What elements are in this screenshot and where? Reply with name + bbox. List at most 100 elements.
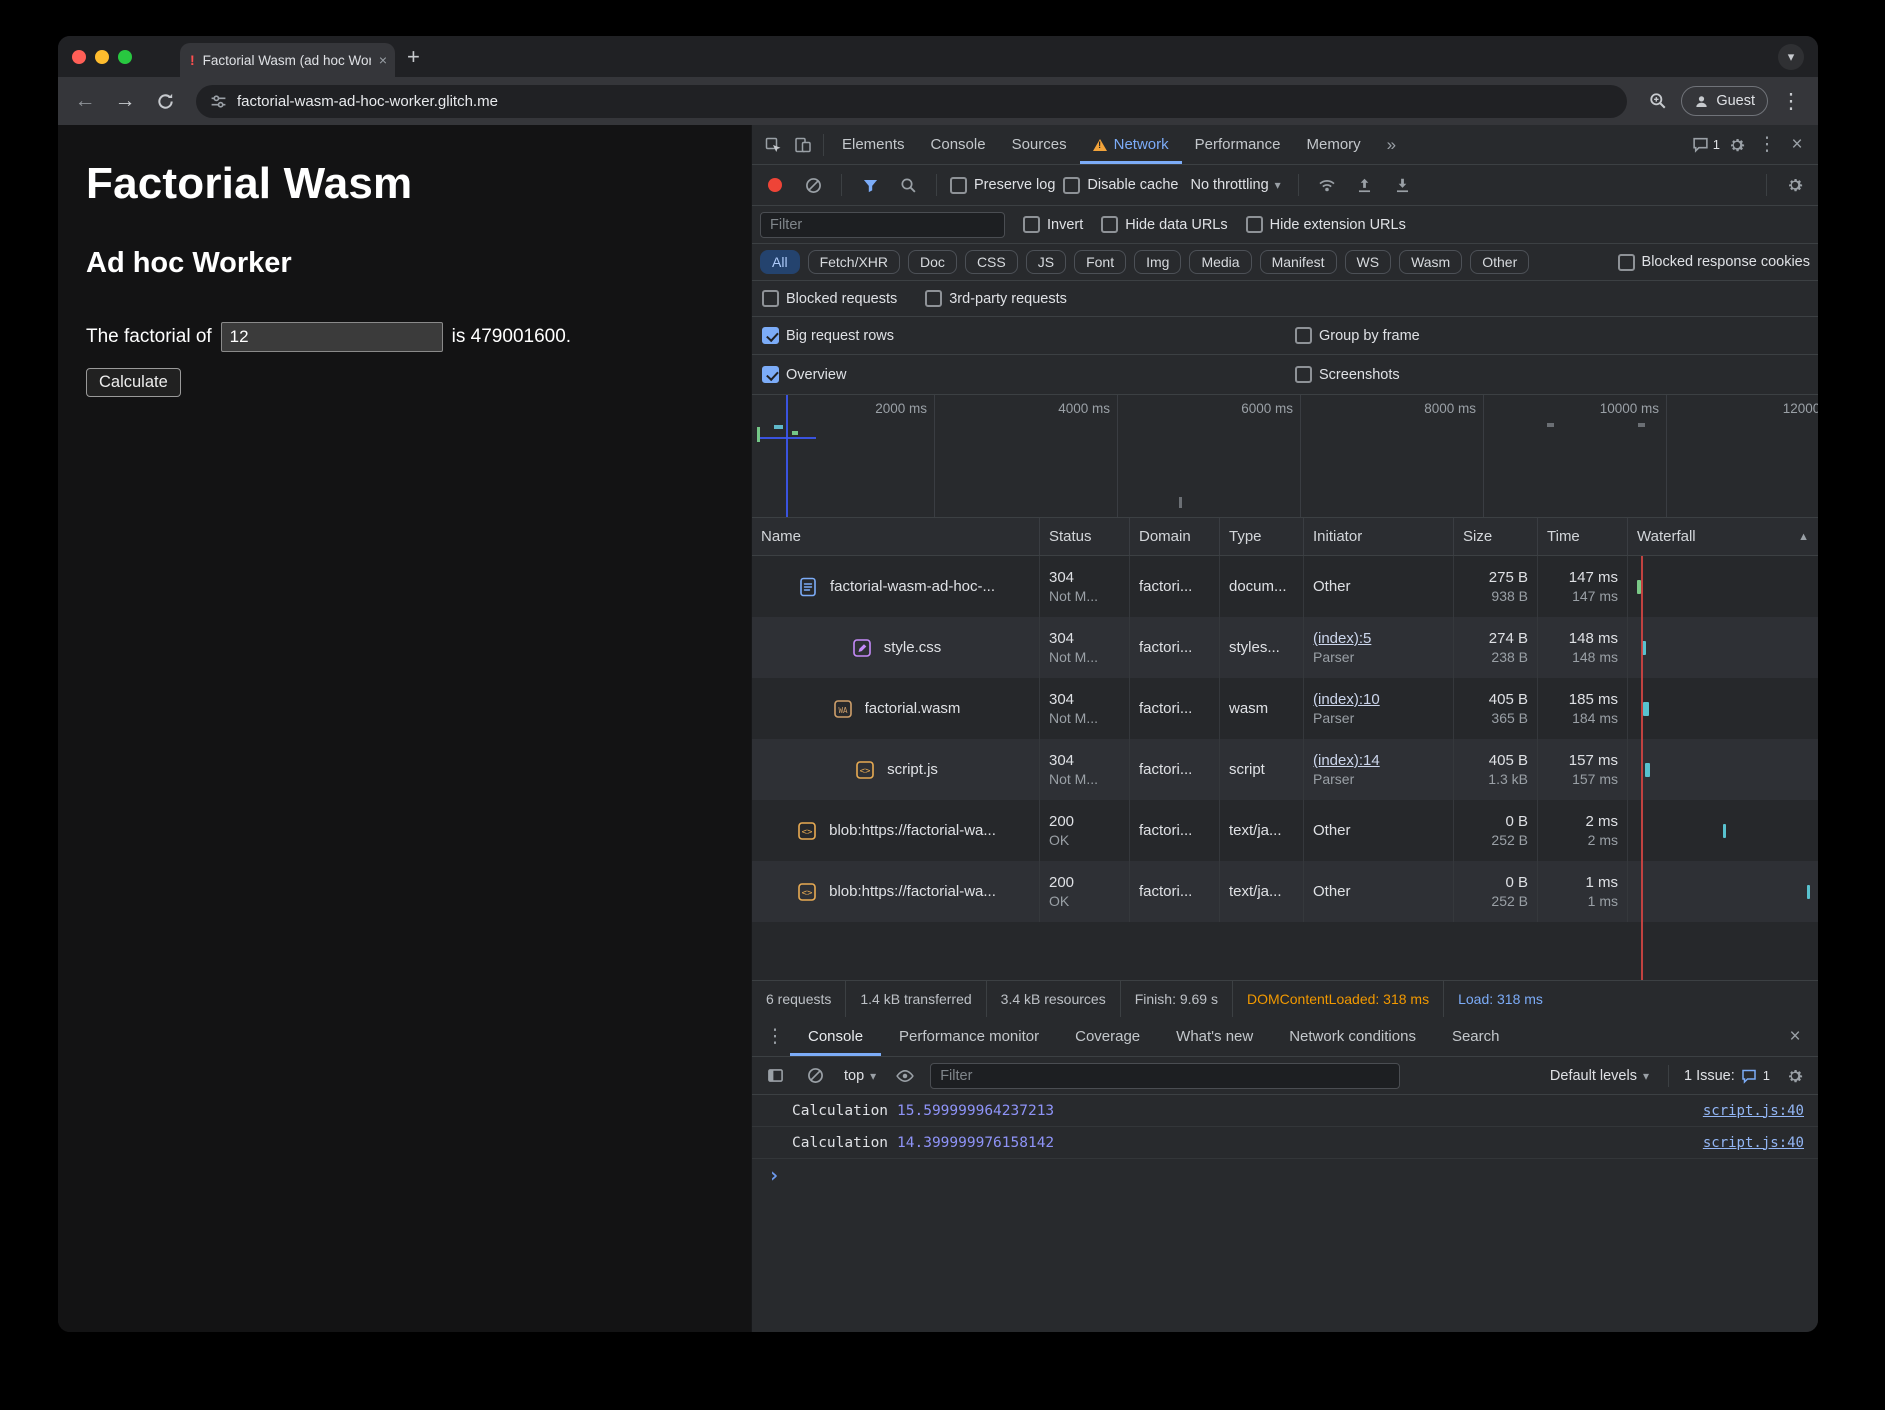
reload-button[interactable] xyxy=(148,84,182,118)
drawer-tab-performance-monitor[interactable]: Performance monitor xyxy=(881,1017,1057,1056)
device-toolbar-icon[interactable] xyxy=(788,130,818,160)
console-source-link[interactable]: script.js:40 xyxy=(1703,1135,1804,1151)
import-har-icon[interactable] xyxy=(1350,170,1380,200)
initiator-link[interactable]: (index):10 xyxy=(1313,691,1444,708)
drawer-menu-icon[interactable]: ⋮ xyxy=(760,1022,790,1052)
tab-network[interactable]: Network xyxy=(1080,125,1182,164)
table-row-wasm[interactable]: WA factorial.wasm 304Not M... factori...… xyxy=(752,678,1818,739)
big-request-rows-checkbox[interactable]: Big request rows xyxy=(762,327,1295,344)
column-status[interactable]: Status xyxy=(1040,518,1130,555)
console-sidebar-icon[interactable] xyxy=(760,1061,790,1091)
filter-chip-css[interactable]: CSS xyxy=(965,250,1018,274)
console-filter-input[interactable] xyxy=(930,1063,1400,1089)
overview-checkbox[interactable]: Overview xyxy=(762,366,1295,383)
issues-button[interactable]: 1 Issue: 1 xyxy=(1684,1068,1770,1084)
tab-sources[interactable]: Sources xyxy=(999,125,1080,164)
more-tabs-button[interactable]: » xyxy=(1374,125,1409,164)
filter-chip-manifest[interactable]: Manifest xyxy=(1260,250,1337,274)
preserve-log-checkbox[interactable]: Preserve log xyxy=(950,177,1055,194)
browser-tab[interactable]: ! Factorial Wasm (ad hoc Work × xyxy=(180,43,395,77)
tab-performance[interactable]: Performance xyxy=(1182,125,1294,164)
record-button[interactable] xyxy=(760,170,790,200)
devtools-close-icon[interactable]: × xyxy=(1782,130,1812,160)
tab-console[interactable]: Console xyxy=(918,125,999,164)
search-icon[interactable] xyxy=(893,170,923,200)
drawer-tab-whats-new[interactable]: What's new xyxy=(1158,1017,1271,1056)
network-overview-timeline[interactable]: 2000 ms 4000 ms 6000 ms 8000 ms 10000 ms… xyxy=(752,395,1818,518)
browser-menu-button[interactable]: ⋮ xyxy=(1774,84,1808,118)
filter-chip-doc[interactable]: Doc xyxy=(908,250,957,274)
console-prompt[interactable]: › xyxy=(752,1159,1818,1191)
filter-chip-other[interactable]: Other xyxy=(1470,250,1529,274)
column-waterfall[interactable]: Waterfall ▲ xyxy=(1628,518,1818,555)
initiator-link[interactable]: (index):5 xyxy=(1313,630,1444,647)
column-time[interactable]: Time xyxy=(1538,518,1628,555)
tab-search-button[interactable]: ▾ xyxy=(1778,44,1804,70)
column-domain[interactable]: Domain xyxy=(1130,518,1220,555)
network-settings-icon[interactable] xyxy=(1780,170,1810,200)
forward-button[interactable]: → xyxy=(108,84,142,118)
drawer-tab-network-conditions[interactable]: Network conditions xyxy=(1271,1017,1434,1056)
filter-chip-all[interactable]: All xyxy=(760,250,800,274)
inspect-element-icon[interactable] xyxy=(758,130,788,160)
new-tab-button[interactable]: + xyxy=(407,46,420,68)
filter-chip-ws[interactable]: WS xyxy=(1345,250,1392,274)
throttling-select[interactable]: No throttling ▾ xyxy=(1186,177,1284,193)
console-source-link[interactable]: script.js:40 xyxy=(1703,1103,1804,1119)
guest-profile-button[interactable]: Guest xyxy=(1681,86,1768,116)
clear-network-log-button[interactable] xyxy=(798,170,828,200)
blocked-requests-checkbox[interactable]: Blocked requests xyxy=(762,290,897,307)
tab-memory[interactable]: Memory xyxy=(1294,125,1374,164)
clear-console-icon[interactable] xyxy=(800,1061,830,1091)
screenshots-checkbox[interactable]: Screenshots xyxy=(1295,366,1808,383)
filter-chip-img[interactable]: Img xyxy=(1134,250,1181,274)
table-row-stylesheet[interactable]: style.css 304Not M... factori... styles.… xyxy=(752,617,1818,678)
site-settings-icon[interactable] xyxy=(210,93,227,110)
group-by-frame-checkbox[interactable]: Group by frame xyxy=(1295,327,1808,344)
tab-elements[interactable]: Elements xyxy=(829,125,918,164)
drawer-close-icon[interactable]: × xyxy=(1780,1022,1810,1052)
column-initiator[interactable]: Initiator xyxy=(1304,518,1454,555)
hide-data-urls-checkbox[interactable]: Hide data URLs xyxy=(1101,216,1227,233)
javascript-context-select[interactable]: top ▾ xyxy=(840,1068,880,1084)
invert-checkbox[interactable]: Invert xyxy=(1023,216,1083,233)
table-row-blob[interactable]: <> blob:https://factorial-wa... 200OK fa… xyxy=(752,861,1818,922)
table-row-blob[interactable]: <> blob:https://factorial-wa... 200OK fa… xyxy=(752,800,1818,861)
table-row-script[interactable]: <> script.js 304Not M... factori... scri… xyxy=(752,739,1818,800)
network-conditions-icon[interactable] xyxy=(1312,170,1342,200)
filter-chip-wasm[interactable]: Wasm xyxy=(1399,250,1462,274)
hide-extension-urls-checkbox[interactable]: Hide extension URLs xyxy=(1246,216,1406,233)
blocked-response-cookies-checkbox[interactable]: Blocked response cookies xyxy=(1618,254,1810,271)
console-settings-icon[interactable] xyxy=(1780,1061,1810,1091)
filter-icon[interactable] xyxy=(855,170,885,200)
url-bar[interactable]: factorial-wasm-ad-hoc-worker.glitch.me xyxy=(196,85,1627,118)
column-name[interactable]: Name xyxy=(752,518,1040,555)
factorial-input[interactable] xyxy=(221,322,443,352)
drawer-tab-coverage[interactable]: Coverage xyxy=(1057,1017,1158,1056)
tab-close-icon[interactable]: × xyxy=(379,52,387,68)
zoom-window-button[interactable] xyxy=(118,50,132,64)
filter-chip-js[interactable]: JS xyxy=(1026,250,1066,274)
close-window-button[interactable] xyxy=(72,50,86,64)
devtools-settings-icon[interactable] xyxy=(1722,130,1752,160)
column-size[interactable]: Size xyxy=(1454,518,1538,555)
column-type[interactable]: Type xyxy=(1220,518,1304,555)
drawer-tab-search[interactable]: Search xyxy=(1434,1017,1518,1056)
log-levels-select[interactable]: Default levels ▾ xyxy=(1546,1068,1653,1084)
live-expression-eye-icon[interactable] xyxy=(890,1061,920,1091)
export-har-icon[interactable] xyxy=(1388,170,1418,200)
drawer-tab-console[interactable]: Console xyxy=(790,1017,881,1056)
network-filter-input[interactable] xyxy=(760,212,1005,238)
filter-chip-font[interactable]: Font xyxy=(1074,250,1126,274)
initiator-link[interactable]: (index):14 xyxy=(1313,752,1444,769)
filter-chip-fetch-xhr[interactable]: Fetch/XHR xyxy=(808,250,900,274)
calculate-button[interactable]: Calculate xyxy=(86,368,181,397)
messages-badge-button[interactable]: 1 xyxy=(1690,130,1722,160)
table-row-document[interactable]: factorial-wasm-ad-hoc-... 304Not M... fa… xyxy=(752,556,1818,617)
filter-chip-media[interactable]: Media xyxy=(1189,250,1251,274)
devtools-menu-icon[interactable]: ⋮ xyxy=(1752,130,1782,160)
disable-cache-checkbox[interactable]: Disable cache xyxy=(1063,177,1178,194)
back-button[interactable]: ← xyxy=(68,84,102,118)
zoom-icon[interactable] xyxy=(1641,84,1675,118)
minimize-window-button[interactable] xyxy=(95,50,109,64)
